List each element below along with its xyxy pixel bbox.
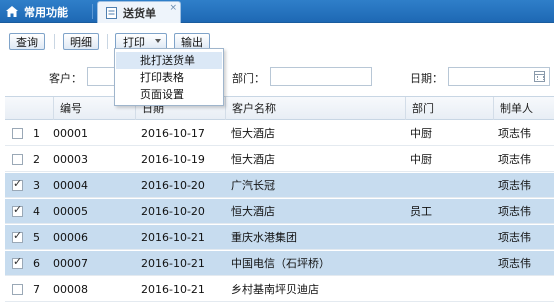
row-checkbox[interactable] (12, 128, 23, 139)
menu-item-batch-print[interactable]: 批打送货单 (116, 52, 222, 69)
cell-id: 00001 (53, 127, 88, 140)
cell-id: 00006 (53, 231, 88, 244)
document-icon (106, 6, 117, 19)
search-button[interactable]: 查询 (9, 33, 45, 50)
calendar-icon[interactable] (534, 71, 545, 82)
cell-row-number: 5 (33, 231, 40, 244)
app-window: 常用功能 送货单 × 查询 明细 打印 输出 客户： 部门： 日期： 编号 日期… (0, 0, 554, 308)
chevron-down-icon (155, 39, 161, 43)
tab-divider (92, 4, 93, 19)
customer-label: 客户： (49, 72, 82, 85)
cell-dept: 中厨 (410, 153, 432, 166)
close-icon[interactable]: × (169, 3, 177, 13)
dept-input[interactable] (270, 67, 372, 86)
delivery-table: 编号 日期 客户名称 部门 制单人 1 00001 2016-10-17 恒大酒店 中厨… (5, 96, 554, 308)
tab-common-functions[interactable]: 常用功能 (0, 0, 92, 23)
cell-customer: 中国电信（石坪桥） (231, 257, 330, 270)
tab-bar: 常用功能 送货单 × (0, 0, 554, 23)
dept-label: 部门： (232, 72, 265, 85)
table-row[interactable]: 2 00003 2016-10-19 恒大酒店 中厨 项志伟 (5, 147, 554, 172)
cell-customer: 恒大酒店 (231, 127, 275, 140)
cell-maker: 项志伟 (498, 257, 531, 270)
row-checkbox[interactable] (12, 229, 23, 243)
cell-date: 2016-10-20 (141, 179, 205, 192)
cell-customer: 恒大酒店 (231, 153, 275, 166)
toolbar-divider (107, 34, 108, 49)
table-row[interactable]: 4 00005 2016-10-20 恒大酒店 员工 项志伟 (5, 199, 554, 224)
cell-id: 00003 (53, 153, 88, 166)
cell-row-number: 7 (33, 283, 40, 296)
date-label: 日期： (410, 72, 443, 85)
row-checkbox[interactable] (12, 203, 23, 217)
date-input[interactable] (448, 67, 550, 86)
column-header-dept[interactable]: 部门 (405, 97, 493, 120)
cell-id: 00004 (53, 179, 88, 192)
cell-date: 2016-10-17 (141, 127, 205, 140)
table-row[interactable]: 3 00004 2016-10-20 广汽长冠 项志伟 (5, 173, 554, 198)
cell-customer: 重庆水港集团 (231, 231, 297, 244)
cell-dept: 员工 (410, 205, 432, 218)
row-checkbox[interactable] (12, 284, 23, 295)
column-header-customer[interactable]: 客户名称 (225, 97, 405, 120)
home-icon (6, 6, 18, 17)
cell-customer: 广汽长冠 (231, 179, 275, 192)
column-header-maker[interactable]: 制单人 (493, 97, 554, 120)
cell-maker: 项志伟 (498, 231, 531, 244)
detail-button[interactable]: 明细 (63, 33, 99, 50)
toolbar: 查询 明细 打印 输出 (0, 24, 554, 56)
cell-dept: 中厨 (410, 127, 432, 140)
tab-label: 送货单 (123, 6, 156, 20)
cell-row-number: 4 (33, 205, 40, 218)
cell-id: 00005 (53, 205, 88, 218)
cell-maker: 项志伟 (498, 153, 531, 166)
header-checkbox-col (5, 97, 25, 120)
table-row[interactable]: 1 00001 2016-10-17 恒大酒店 中厨 项志伟 (5, 121, 554, 146)
row-checkbox[interactable] (12, 255, 23, 269)
row-checkbox[interactable] (12, 154, 23, 165)
cell-maker: 项志伟 (498, 179, 531, 192)
cell-date: 2016-10-21 (141, 231, 205, 244)
cell-maker: 项志伟 (498, 205, 531, 218)
menu-item-print-table[interactable]: 打印表格 (116, 69, 222, 86)
cell-id: 00007 (53, 257, 88, 270)
cell-customer: 恒大酒店 (231, 205, 275, 218)
cell-row-number: 1 (33, 127, 40, 140)
table-row[interactable]: 5 00006 2016-10-21 重庆水港集团 项志伟 (5, 225, 554, 250)
print-dropdown-menu: 批打送货单 打印表格 页面设置 (114, 48, 224, 106)
filter-bar: 客户： 部门： 日期： (0, 56, 554, 94)
cell-row-number: 3 (33, 179, 40, 192)
menu-item-page-setup[interactable]: 页面设置 (116, 86, 222, 103)
cell-row-number: 2 (33, 153, 40, 166)
cell-row-number: 6 (33, 257, 40, 270)
tab-label: 常用功能 (24, 5, 68, 19)
cell-customer: 乡村基南坪贝迪店 (231, 283, 319, 296)
cell-id: 00008 (53, 283, 88, 296)
row-checkbox[interactable] (12, 177, 23, 191)
table-header: 编号 日期 客户名称 部门 制单人 (5, 97, 554, 120)
cell-maker: 项志伟 (498, 127, 531, 140)
cell-date: 2016-10-20 (141, 205, 205, 218)
tab-delivery-note[interactable]: 送货单 × (97, 1, 181, 23)
cell-date: 2016-10-21 (141, 257, 205, 270)
cell-date: 2016-10-19 (141, 153, 205, 166)
table-row[interactable]: 6 00007 2016-10-21 中国电信（石坪桥） 项志伟 (5, 251, 554, 276)
cell-date: 2016-10-21 (141, 283, 205, 296)
table-row[interactable]: 7 00008 2016-10-21 乡村基南坪贝迪店 (5, 277, 554, 302)
toolbar-divider (54, 34, 55, 49)
